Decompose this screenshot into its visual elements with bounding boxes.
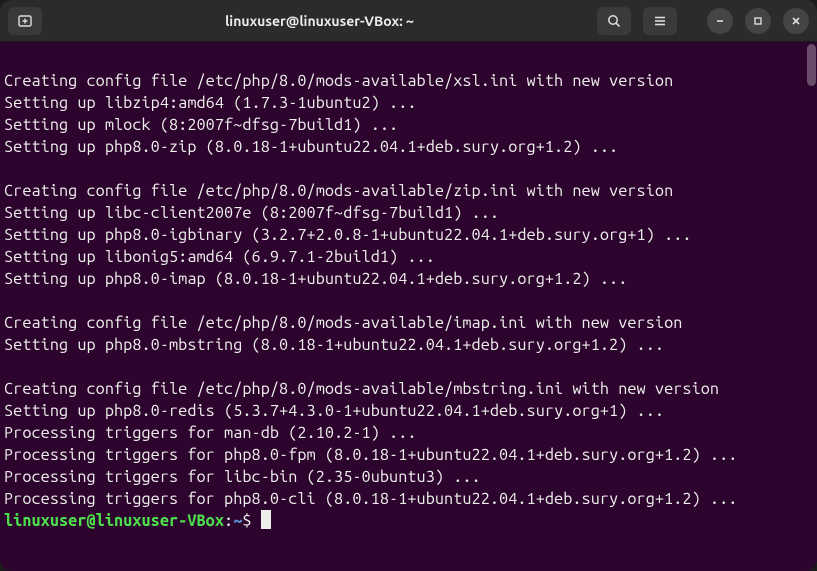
right-button-group bbox=[597, 7, 809, 35]
terminal-output: Creating config file /etc/php/8.0/mods-a… bbox=[4, 48, 813, 532]
cursor bbox=[261, 510, 271, 529]
scrollbar-thumb[interactable] bbox=[807, 44, 816, 86]
window-title: linuxuser@linuxuser-VBox: ~ bbox=[50, 13, 589, 29]
close-button[interactable] bbox=[783, 8, 809, 34]
prompt: linuxuser@linuxuser-VBox:~$ bbox=[4, 512, 271, 530]
minimize-button[interactable] bbox=[707, 8, 733, 34]
window-controls bbox=[707, 8, 809, 34]
prompt-dollar: $ bbox=[242, 512, 251, 530]
prompt-path: ~ bbox=[233, 512, 242, 530]
prompt-colon: : bbox=[224, 512, 233, 530]
new-tab-button[interactable] bbox=[8, 7, 42, 35]
maximize-button[interactable] bbox=[745, 8, 771, 34]
prompt-userhost: linuxuser@linuxuser-VBox bbox=[4, 512, 224, 530]
terminal-body[interactable]: Creating config file /etc/php/8.0/mods-a… bbox=[0, 42, 817, 571]
search-button[interactable] bbox=[597, 7, 631, 35]
titlebar: linuxuser@linuxuser-VBox: ~ bbox=[0, 0, 817, 42]
terminal-window: linuxuser@linuxuser-VBox: ~ bbox=[0, 0, 817, 571]
menu-button[interactable] bbox=[643, 7, 677, 35]
